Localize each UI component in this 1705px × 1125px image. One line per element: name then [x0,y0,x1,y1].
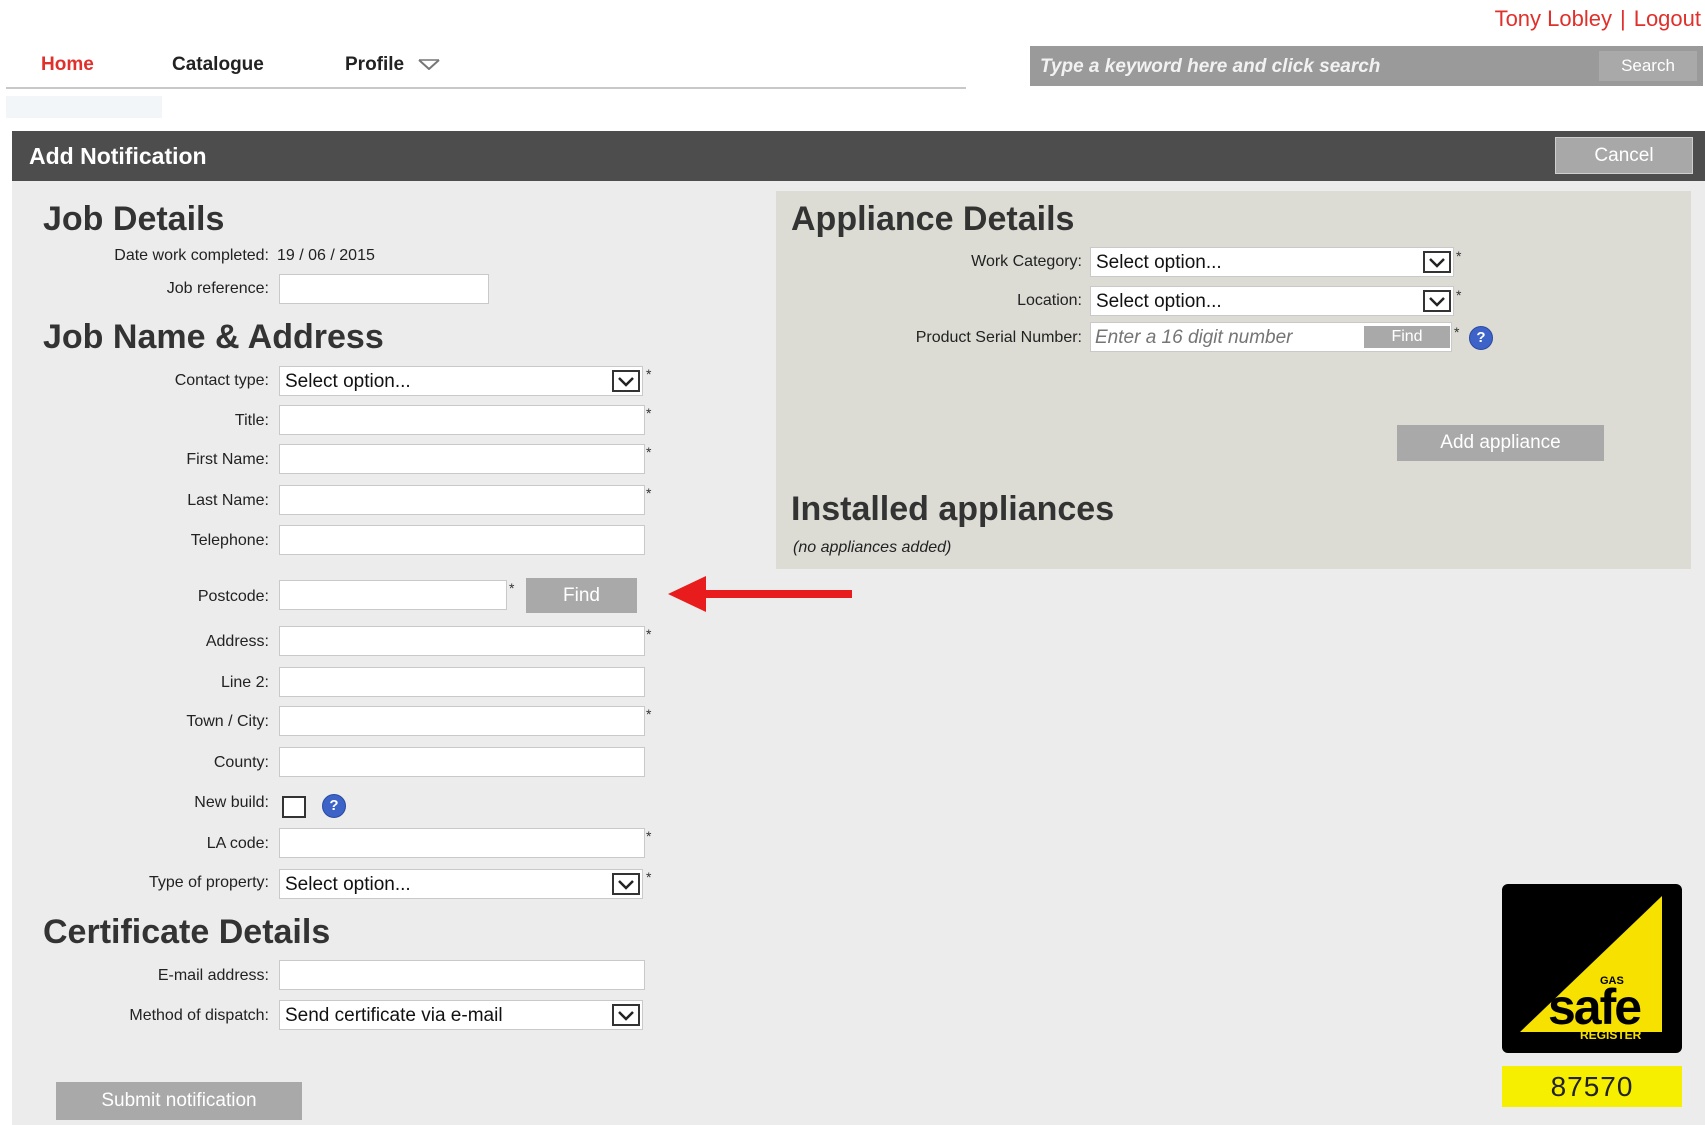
help-icon[interactable]: ? [1469,326,1493,350]
county-input[interactable] [279,747,645,777]
dispatch-value: Send certificate via e-mail [285,1005,503,1026]
work-category-select[interactable]: Select option... [1090,247,1454,277]
chevron-down-icon [418,54,440,76]
gas-safe-number: 87570 [1502,1066,1682,1107]
job-name-address-heading: Job Name & Address [43,318,384,356]
dispatch-select[interactable]: Send certificate via e-mail [279,1000,643,1030]
property-type-label: Type of property: [148,874,269,891]
work-category-label: Work Category: [971,253,1082,270]
dropdown-arrow-icon [1423,290,1451,312]
serial-number-field: Find [1090,322,1452,352]
required-marker: * [646,485,652,501]
location-select[interactable]: Select option... [1090,286,1454,316]
line2-label: Line 2: [220,674,269,691]
job-reference-input[interactable] [279,274,489,304]
main-nav: Home Catalogue Profile [6,44,966,89]
date-completed-value: 19 / 06 / 2015 [277,247,375,264]
ghost-strip [6,96,162,118]
address-label: Address: [205,633,269,650]
no-appliances-text: (no appliances added) [793,539,952,556]
email-input[interactable] [279,960,645,990]
installed-appliances-heading: Installed appliances [791,490,1115,528]
logout-link[interactable]: Logout [1634,6,1701,31]
search-input[interactable] [1038,52,1582,82]
la-code-label: LA code: [206,835,269,852]
last-name-label: Last Name: [187,492,269,509]
work-category-value: Select option... [1096,252,1222,273]
page-header: Add Notification Cancel [12,131,1705,181]
dropdown-arrow-icon [612,873,640,895]
property-type-select[interactable]: Select option... [279,869,643,899]
postcode-label: Postcode: [197,588,269,605]
title-label: Title: [234,412,269,429]
required-marker: * [646,444,652,460]
county-label: County: [213,754,269,771]
nav-home[interactable]: Home [41,54,94,76]
property-type-value: Select option... [285,874,411,895]
job-details-heading: Job Details [43,200,225,238]
location-label: Location: [1017,292,1082,309]
required-marker: * [646,869,652,885]
search-bar: Search [1030,46,1703,86]
required-marker: * [509,580,515,596]
required-marker: * [646,706,652,722]
required-marker: * [1456,248,1462,264]
nav-catalogue[interactable]: Catalogue [172,54,264,76]
town-label: Town / City: [186,713,269,730]
dropdown-arrow-icon [612,370,640,392]
last-name-input[interactable] [279,485,645,515]
email-label: E-mail address: [157,967,269,984]
user-separator: | [1619,6,1626,31]
required-marker: * [1456,287,1462,303]
date-completed-label: Date work completed: [114,247,269,264]
dropdown-arrow-icon [1423,251,1451,273]
red-arrow-annotation [668,576,852,612]
page-title: Add Notification [29,143,207,169]
required-marker: * [1454,324,1460,340]
town-input[interactable] [279,706,645,736]
add-appliance-button[interactable]: Add appliance [1397,425,1604,461]
required-marker: * [646,405,652,421]
gas-safe-logo: GAS safe REGISTER [1502,884,1682,1053]
first-name-label: First Name: [186,451,269,468]
title-input[interactable] [279,405,645,435]
help-icon[interactable]: ? [322,794,346,818]
location-value: Select option... [1096,291,1222,312]
required-marker: * [646,828,652,844]
submit-notification-button[interactable]: Submit notification [56,1082,302,1120]
required-marker: * [646,626,652,642]
postcode-input[interactable] [279,580,507,610]
user-name-link[interactable]: Tony Lobley [1495,6,1612,31]
serial-find-button[interactable]: Find [1364,326,1450,348]
first-name-input[interactable] [279,444,645,474]
telephone-input[interactable] [279,525,645,555]
new-build-label: New build: [194,794,269,811]
la-code-input[interactable] [279,828,645,858]
dispatch-label: Method of dispatch: [129,1007,269,1024]
serial-number-label: Product Serial Number: [915,329,1082,346]
contact-type-select[interactable]: Select option... [279,366,643,396]
serial-number-input[interactable] [1093,325,1357,351]
search-button[interactable]: Search [1599,51,1697,81]
user-bar: Tony Lobley | Logout [1495,6,1701,32]
gas-safe-register-text: REGISTER [1580,1028,1642,1042]
contact-type-value: Select option... [285,371,411,392]
address-input[interactable] [279,626,645,656]
line2-input[interactable] [279,667,645,697]
contact-type-label: Contact type: [174,372,269,389]
job-reference-label: Job reference: [166,280,269,297]
new-build-checkbox[interactable] [282,796,306,818]
certificate-details-heading: Certificate Details [43,913,331,951]
cancel-button[interactable]: Cancel [1555,137,1693,174]
telephone-label: Telephone: [190,532,269,549]
postcode-find-button[interactable]: Find [526,578,637,613]
nav-profile-label: Profile [345,54,405,76]
dropdown-arrow-icon [612,1004,640,1026]
required-marker: * [646,366,652,382]
nav-profile[interactable]: Profile [345,54,440,76]
appliance-details-heading: Appliance Details [791,200,1075,238]
